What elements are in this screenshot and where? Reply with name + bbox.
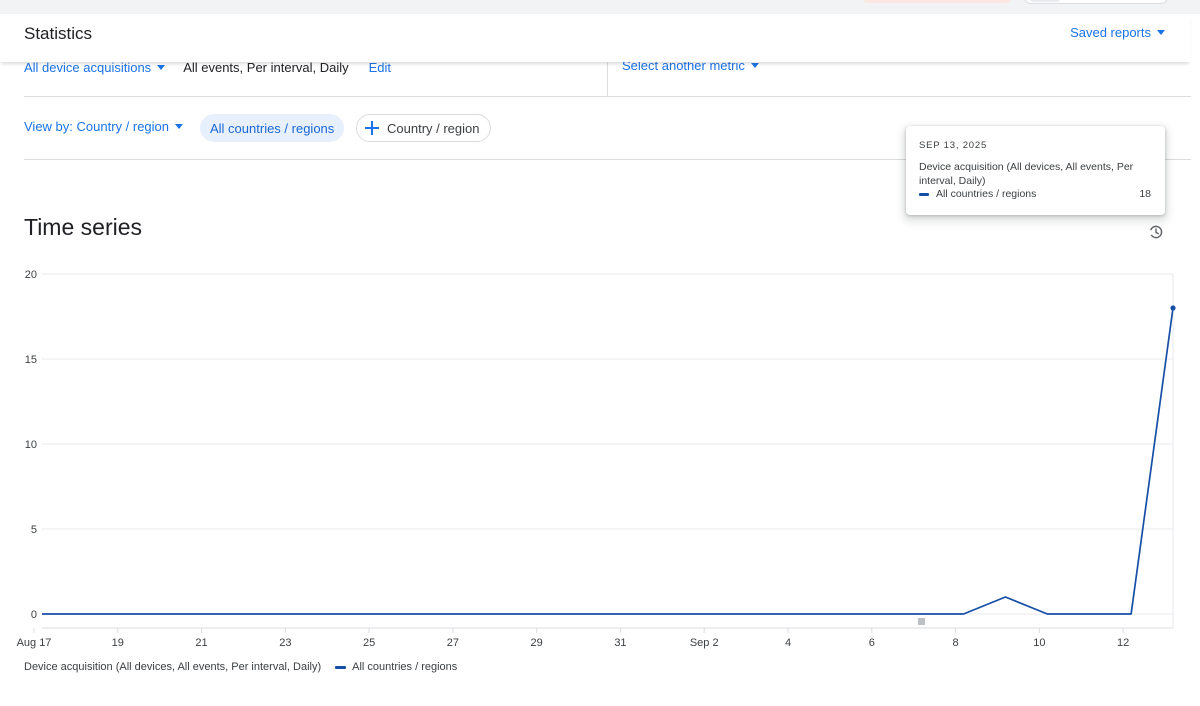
statistics-header: Statistics Saved reports (0, 14, 1190, 62)
x-tick-label: Sep 2 (690, 637, 719, 649)
chart-legend: Device acquisition (All devices, All eve… (24, 661, 457, 673)
y-tick-label: 20 (25, 269, 37, 281)
x-tick-label: 10 (1033, 637, 1045, 649)
tooltip-value: 18 (1139, 188, 1151, 200)
time-series-chart[interactable]: 0 5 10 15 20 Aug 17 19 21 23 25 27 29 31 Sep 2 4 6 8 10 1… (0, 0, 1200, 706)
x-tick-label: 4 (785, 637, 791, 649)
data-point[interactable] (1170, 305, 1176, 311)
x-tick-label: 21 (195, 637, 207, 649)
x-tick-label: 23 (279, 637, 291, 649)
y-tick-label: 0 (31, 609, 37, 621)
saved-reports-dropdown[interactable]: Saved reports (1070, 25, 1165, 40)
x-tick-label: 12 (1117, 637, 1129, 649)
series-line[interactable] (42, 307, 1174, 615)
page-title: Statistics (24, 24, 93, 43)
tooltip-series-row: All countries / regions 18 (919, 188, 1151, 200)
series-swatch (335, 665, 347, 669)
x-tick-label: 27 (447, 637, 459, 649)
y-tick-label: 15 (25, 354, 37, 366)
caret-down-icon (1157, 30, 1165, 35)
legend-series-label: All countries / regions (352, 661, 458, 673)
x-tick-label: 8 (952, 637, 958, 649)
x-tick-label: Aug 17 (17, 637, 52, 649)
x-tick-label: 19 (112, 637, 124, 649)
tooltip-date: SEP 13, 2025 (919, 140, 988, 151)
x-tick-label: 31 (614, 637, 626, 649)
series-swatch (919, 192, 929, 196)
y-tick-label: 10 (25, 439, 37, 451)
tooltip-series-label: All countries / regions (936, 188, 1037, 200)
chart-tooltip: SEP 13, 2025 Device acquisition (All dev… (906, 126, 1165, 215)
x-tick-label: 25 (363, 637, 375, 649)
tooltip-metric: Device acquisition (All devices, All eve… (919, 161, 1134, 187)
saved-reports-label: Saved reports (1070, 25, 1151, 40)
x-tick-label: 6 (869, 637, 875, 649)
y-tick-label: 5 (31, 524, 37, 536)
range-handle[interactable] (918, 618, 925, 625)
x-tick-label: 29 (531, 637, 543, 649)
legend-metric-label: Device acquisition (All devices, All eve… (24, 661, 322, 673)
